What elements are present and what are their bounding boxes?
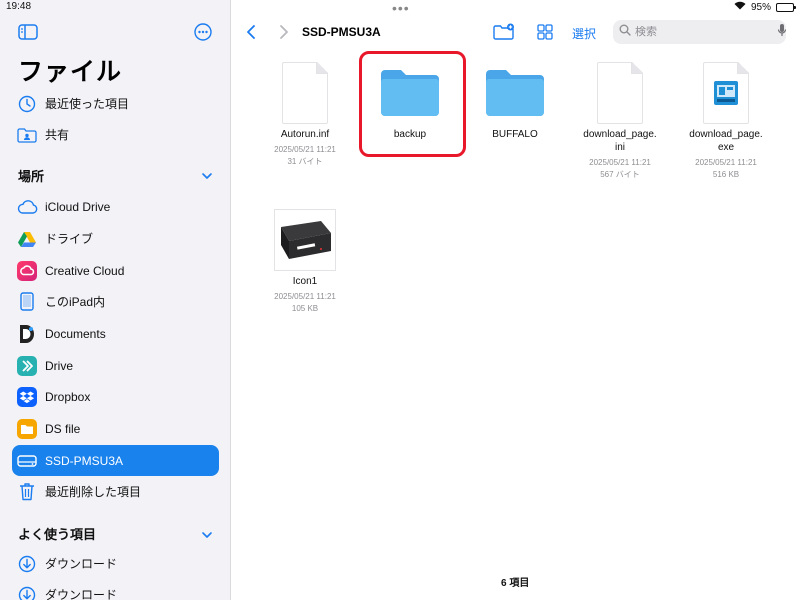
- file-item-download-page-ini[interactable]: download_page. ini 2025/05/21 11:21 567 …: [565, 60, 675, 180]
- sidebar-item-downloads[interactable]: ダウンロード: [12, 548, 219, 579]
- file-size: 31 バイト: [287, 157, 323, 166]
- new-folder-icon[interactable]: [492, 21, 516, 43]
- external-drive-icon: [16, 450, 38, 472]
- file-name: download_page. exe: [689, 129, 763, 153]
- file-item-download-page-exe[interactable]: download_page. exe 2025/05/21 11:21 516 …: [671, 60, 781, 180]
- forward-button[interactable]: [276, 23, 292, 41]
- file-date: 2025/05/21 11:21: [589, 158, 651, 167]
- search-bar[interactable]: [613, 20, 787, 44]
- sidebar-item-downloads-2[interactable]: ダウンロード: [12, 579, 219, 600]
- status-indicators: 95%: [734, 1, 796, 13]
- file-date: 2025/05/21 11:21: [695, 158, 757, 167]
- file-date: 2025/05/21 11:21: [274, 145, 336, 154]
- drive-app-icon: [16, 355, 38, 377]
- dropbox-icon: [16, 386, 38, 408]
- chevron-down-icon[interactable]: [201, 527, 213, 545]
- sidebar-item-ds-file[interactable]: DS file: [12, 413, 219, 444]
- section-header-locations: 場所: [18, 169, 45, 184]
- file-name: download_page. ini: [583, 129, 657, 153]
- sidebar-item-label: 最近削除した項目: [45, 485, 142, 499]
- sidebar-item-label: Dropbox: [45, 389, 91, 404]
- sidebar-item-creative-cloud[interactable]: Creative Cloud: [12, 255, 219, 286]
- file-item-icon1[interactable]: Icon1 2025/05/21 11:21 105 KB: [250, 207, 360, 314]
- documents-app-icon: [16, 323, 38, 345]
- sidebar-item-recents[interactable]: 最近使った項目: [12, 88, 219, 119]
- sidebar-item-label: DS file: [45, 421, 81, 436]
- more-options-icon[interactable]: [193, 22, 213, 42]
- file-size: 567 バイト: [600, 170, 640, 179]
- sidebar-item-label: 最近使った項目: [45, 97, 130, 111]
- search-input[interactable]: [635, 26, 777, 38]
- highlight-annotation: [359, 51, 466, 157]
- sidebar-item-on-my-ipad[interactable]: このiPad内: [12, 286, 219, 317]
- sidebar-item-label: ダウンロード: [45, 557, 118, 571]
- back-button[interactable]: [243, 23, 259, 41]
- file-name: Icon1: [292, 276, 318, 287]
- sidebar-toggle-icon[interactable]: [17, 23, 39, 41]
- ipad-icon: [16, 291, 38, 313]
- sidebar-item-label: 共有: [45, 128, 70, 142]
- file-item-autorun-inf[interactable]: Autorun.inf 2025/05/21 11:21 31 バイト: [250, 60, 360, 167]
- sidebar-item-label: ダウンロード: [45, 588, 118, 600]
- download-icon: [16, 553, 38, 575]
- select-button[interactable]: 選択: [572, 25, 596, 42]
- file-size: 516 KB: [712, 170, 740, 179]
- sidebar-item-label: Drive: [45, 358, 74, 373]
- sidebar-item-label: Documents: [45, 326, 106, 341]
- ds-file-icon: [16, 418, 38, 440]
- sidebar-item-documents[interactable]: Documents: [12, 318, 219, 349]
- sidebar-item-label: ドライブ: [45, 232, 94, 246]
- sidebar-item-label: Creative Cloud: [45, 263, 125, 278]
- file-date: 2025/05/21 11:21: [274, 292, 336, 301]
- icloud-icon: [16, 196, 38, 218]
- page-title: SSD-PMSU3A: [302, 25, 381, 39]
- sidebar-item-drive[interactable]: Drive: [12, 350, 219, 381]
- executable-icon: [671, 60, 781, 126]
- sidebar-item-ssd-pmsu3a[interactable]: SSD-PMSU3A: [12, 445, 219, 476]
- battery-icon: [776, 2, 796, 12]
- creative-cloud-icon: [16, 260, 38, 282]
- sidebar-item-shared[interactable]: 共有: [12, 119, 219, 150]
- folder-icon: [460, 60, 570, 126]
- trash-icon: [16, 481, 38, 503]
- section-header-favorites: よく使う項目: [18, 527, 97, 542]
- image-thumbnail: [250, 207, 360, 273]
- shared-folder-icon: [16, 124, 38, 146]
- sidebar-item-google-drive[interactable]: ドライブ: [12, 223, 219, 254]
- file-name: BUFFALO: [492, 129, 538, 140]
- sidebar-item-recently-deleted[interactable]: 最近削除した項目: [12, 476, 219, 507]
- ssd-device-image: [281, 221, 331, 259]
- status-time: 19:48: [6, 1, 32, 12]
- chevron-down-icon[interactable]: [201, 168, 213, 186]
- wifi-icon: [734, 1, 746, 13]
- sidebar-title: ファイル: [18, 58, 123, 86]
- grid-view-icon[interactable]: [535, 22, 555, 42]
- item-count: 6 項目: [501, 578, 530, 589]
- file-item-buffalo-folder[interactable]: BUFFALO: [460, 60, 570, 141]
- microphone-icon[interactable]: [777, 23, 787, 42]
- battery-percent: 95%: [750, 1, 771, 13]
- document-icon: [565, 60, 675, 126]
- download-icon: [16, 584, 38, 600]
- file-browser: ••• 95% SSD-PMSU3A 選択 Autorun.inf 2025/0…: [231, 0, 800, 600]
- multitasking-handle-icon[interactable]: •••: [392, 0, 410, 16]
- sidebar-item-icloud-drive[interactable]: iCloud Drive: [12, 191, 219, 222]
- sidebar-item-label: iCloud Drive: [45, 199, 111, 214]
- file-size: 105 KB: [291, 304, 319, 313]
- clock-icon: [16, 93, 38, 115]
- google-drive-icon: [16, 228, 38, 250]
- file-name: Autorun.inf: [280, 129, 330, 140]
- document-icon: [250, 60, 360, 126]
- sidebar-item-label: SSD-PMSU3A: [45, 453, 124, 468]
- sidebar: 19:48 ファイル 最近使った項目 共有 場所 iCloud Drive ドラ…: [0, 0, 231, 600]
- search-icon: [619, 23, 631, 41]
- sidebar-item-label: このiPad内: [45, 295, 106, 309]
- sidebar-item-dropbox[interactable]: Dropbox: [12, 381, 219, 412]
